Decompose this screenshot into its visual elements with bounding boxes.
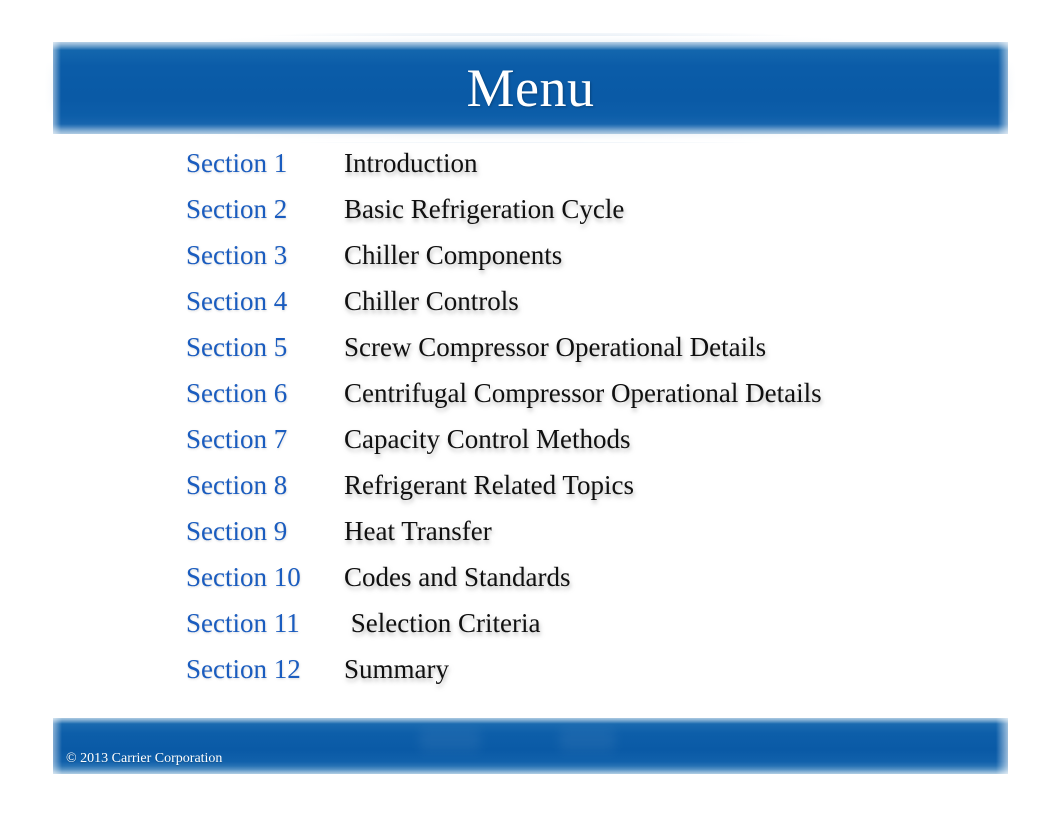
menu-item-section-12[interactable]: Section 12 Summary <box>0 646 1062 692</box>
section-title: Capacity Control Methods <box>344 423 631 454</box>
section-title: Chiller Controls <box>344 285 519 316</box>
copyright-text: © 2013 Carrier Corporation <box>66 751 223 766</box>
section-label: Section 5 <box>186 331 288 362</box>
section-title: Chiller Components <box>344 239 563 270</box>
menu-item-section-6[interactable]: Section 6 Centrifugal Compressor Operati… <box>0 370 1062 416</box>
section-label: Section 12 <box>186 653 301 684</box>
section-label: Section 11 <box>186 607 300 638</box>
page-title: Menu <box>466 58 595 118</box>
section-label: Section 2 <box>186 193 288 224</box>
section-label: Section 10 <box>186 561 301 592</box>
menu-item-section-4[interactable]: Section 4 Chiller Controls <box>0 278 1062 324</box>
section-label: Section 9 <box>186 515 288 546</box>
section-label: Section 1 <box>186 147 288 178</box>
section-label: Section 8 <box>186 469 288 500</box>
menu-list: Section 1 Introduction Section 2 Basic R… <box>0 140 1062 692</box>
menu-item-section-1[interactable]: Section 1 Introduction <box>0 140 1062 186</box>
section-title: Screw Compressor Operational Details <box>344 331 767 362</box>
section-label: Section 7 <box>186 423 288 454</box>
section-label: Section 4 <box>186 285 288 316</box>
section-title: Summary <box>344 653 449 684</box>
menu-item-section-3[interactable]: Section 3 Chiller Components <box>0 232 1062 278</box>
menu-item-section-8[interactable]: Section 8 Refrigerant Related Topics <box>0 462 1062 508</box>
section-title: Basic Refrigeration Cycle <box>344 193 625 224</box>
menu-item-section-11[interactable]: Section 11 Selection Criteria <box>0 600 1062 646</box>
menu-item-section-7[interactable]: Section 7 Capacity Control Methods <box>0 416 1062 462</box>
section-title: Centrifugal Compressor Operational Detai… <box>344 377 822 408</box>
section-title: Introduction <box>344 147 478 178</box>
section-title: Codes and Standards <box>344 561 571 592</box>
section-title: Heat Transfer <box>344 515 492 546</box>
slide-canvas: Menu Section 1 Introduction Section 2 Ba… <box>0 0 1062 822</box>
section-label: Section 6 <box>186 377 288 408</box>
section-label: Section 3 <box>186 239 288 270</box>
menu-item-section-5[interactable]: Section 5 Screw Compressor Operational D… <box>0 324 1062 370</box>
menu-item-section-10[interactable]: Section 10 Codes and Standards <box>0 554 1062 600</box>
section-title: Selection Criteria <box>344 607 541 638</box>
menu-item-section-2[interactable]: Section 2 Basic Refrigeration Cycle <box>0 186 1062 232</box>
menu-item-section-9[interactable]: Section 9 Heat Transfer <box>0 508 1062 554</box>
section-title: Refrigerant Related Topics <box>344 469 635 500</box>
